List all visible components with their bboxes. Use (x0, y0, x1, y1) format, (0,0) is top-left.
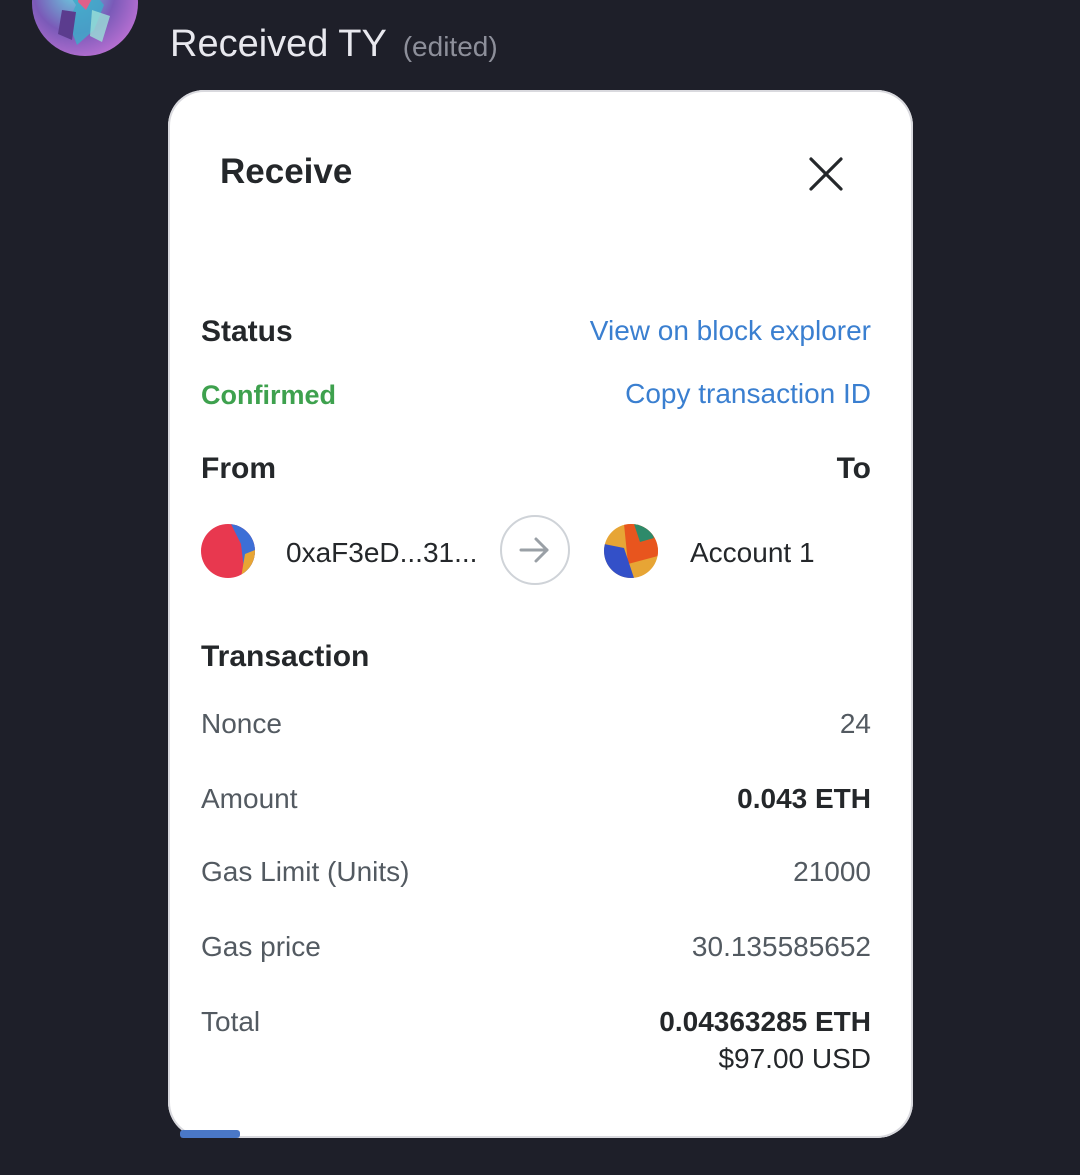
bottom-strip (180, 1130, 240, 1138)
status-label: Status (201, 315, 293, 348)
from-address[interactable]: 0xaF3eD...31... (286, 537, 477, 569)
edited-tag: (edited) (402, 31, 498, 62)
nonce-label: Nonce (201, 708, 282, 739)
close-icon[interactable] (808, 156, 844, 192)
from-identicon-icon (201, 524, 255, 578)
amount-label: Amount (201, 783, 298, 814)
view-block-explorer-link[interactable]: View on block explorer (590, 315, 871, 347)
gas-price-label: Gas price (201, 931, 321, 962)
gas-limit-value: 21000 (793, 856, 871, 887)
gas-price-value: 30.135585652 (691, 931, 871, 962)
total-usd-value: $97.00 USD (718, 1043, 871, 1074)
from-label: From (201, 452, 276, 485)
nonce-value: 24 (839, 708, 871, 739)
status-badge: Confirmed (201, 380, 336, 410)
user-avatar-icon[interactable] (32, 0, 138, 56)
chat-message: Received TY (edited) (170, 18, 498, 73)
total-eth-value: 0.04363285 ETH (659, 1006, 871, 1037)
amount-value: 0.043 ETH (737, 783, 871, 814)
gas-limit-label: Gas Limit (Units) (201, 856, 410, 887)
modal-title: Receive (220, 152, 353, 191)
transaction-receive-modal: Receive Status View on block explorer Co… (168, 90, 913, 1138)
copy-transaction-id-link[interactable]: Copy transaction ID (625, 378, 871, 410)
message-text: Received TY (170, 23, 387, 65)
to-label: To (836, 452, 871, 485)
to-account-name[interactable]: Account 1 (690, 537, 815, 569)
arrow-right-icon (500, 515, 570, 585)
total-label: Total (201, 1006, 261, 1037)
transaction-section-title: Transaction (201, 640, 370, 673)
to-identicon-icon (604, 524, 658, 578)
